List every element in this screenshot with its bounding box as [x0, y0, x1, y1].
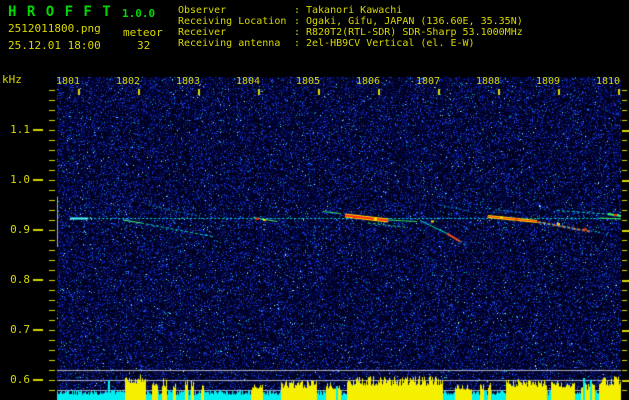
time-tick-label: 1809: [536, 76, 561, 87]
time-tick-label: 1801: [56, 76, 81, 87]
time-tick-label: 1810: [596, 76, 621, 87]
output-filename: 2512011800.png: [8, 22, 101, 35]
time-tick-label: 1808: [476, 76, 501, 87]
info-row-receiver: Receiver: R820T2(RTL-SDR) SDR-Sharp 53.10…: [178, 27, 523, 38]
freq-axis-unit-label: kHz: [2, 73, 22, 86]
time-tick-label: 1806: [356, 76, 381, 87]
spectrogram-canvas: [0, 0, 629, 400]
freq-tick-label: 0.7: [10, 323, 30, 336]
hrofft-spectrogram-page: H R O F F T 1.0.0 2512011800.png meteor …: [0, 0, 629, 400]
freq-tick-label: 0.6: [10, 373, 30, 386]
info-label: Receiver: [178, 27, 227, 38]
freq-tick-label: 0.8: [10, 273, 30, 286]
time-tick-label: 1807: [416, 76, 441, 87]
info-value: 2el-HB9CV Vertical (el. E-W): [306, 38, 475, 49]
freq-tick-label: 1.0: [10, 173, 30, 186]
info-row-observer: Observer: Takanori Kawachi: [178, 5, 523, 16]
info-separator: :: [294, 16, 301, 27]
info-label: Observer: [178, 5, 227, 16]
info-row-location: Receiving Location: Ogaki, Gifu, JAPAN (1…: [178, 16, 523, 27]
info-value: R820T2(RTL-SDR) SDR-Sharp 53.1000MHz: [306, 27, 523, 38]
info-separator: :: [294, 27, 301, 38]
info-value: Ogaki, Gifu, JAPAN (136.60E, 35.35N): [306, 16, 523, 27]
time-tick-label: 1805: [296, 76, 321, 87]
info-separator: :: [294, 5, 301, 16]
info-label: Receiving Location: [178, 16, 287, 27]
time-tick-label: 1803: [176, 76, 201, 87]
app-title: H R O F F T: [8, 4, 112, 20]
echo-count: 32: [137, 39, 151, 52]
time-tick-label: 1804: [236, 76, 261, 87]
freq-tick-label: 0.9: [10, 223, 30, 236]
app-version: 1.0.0: [122, 7, 156, 20]
info-label: Receiving antenna: [178, 38, 281, 49]
info-separator: :: [294, 38, 301, 49]
info-row-antenna: Receiving antenna:2el-HB9CV Vertical (el…: [178, 38, 523, 49]
station-info: Observer: Takanori Kawachi Receiving Loca…: [178, 5, 523, 49]
observation-mode: meteor: [123, 26, 163, 39]
info-value: Takanori Kawachi: [306, 5, 403, 16]
freq-tick-label: 1.1: [10, 123, 30, 136]
observation-datetime: 25.12.01 18:00: [8, 39, 101, 52]
time-tick-label: 1802: [116, 76, 141, 87]
